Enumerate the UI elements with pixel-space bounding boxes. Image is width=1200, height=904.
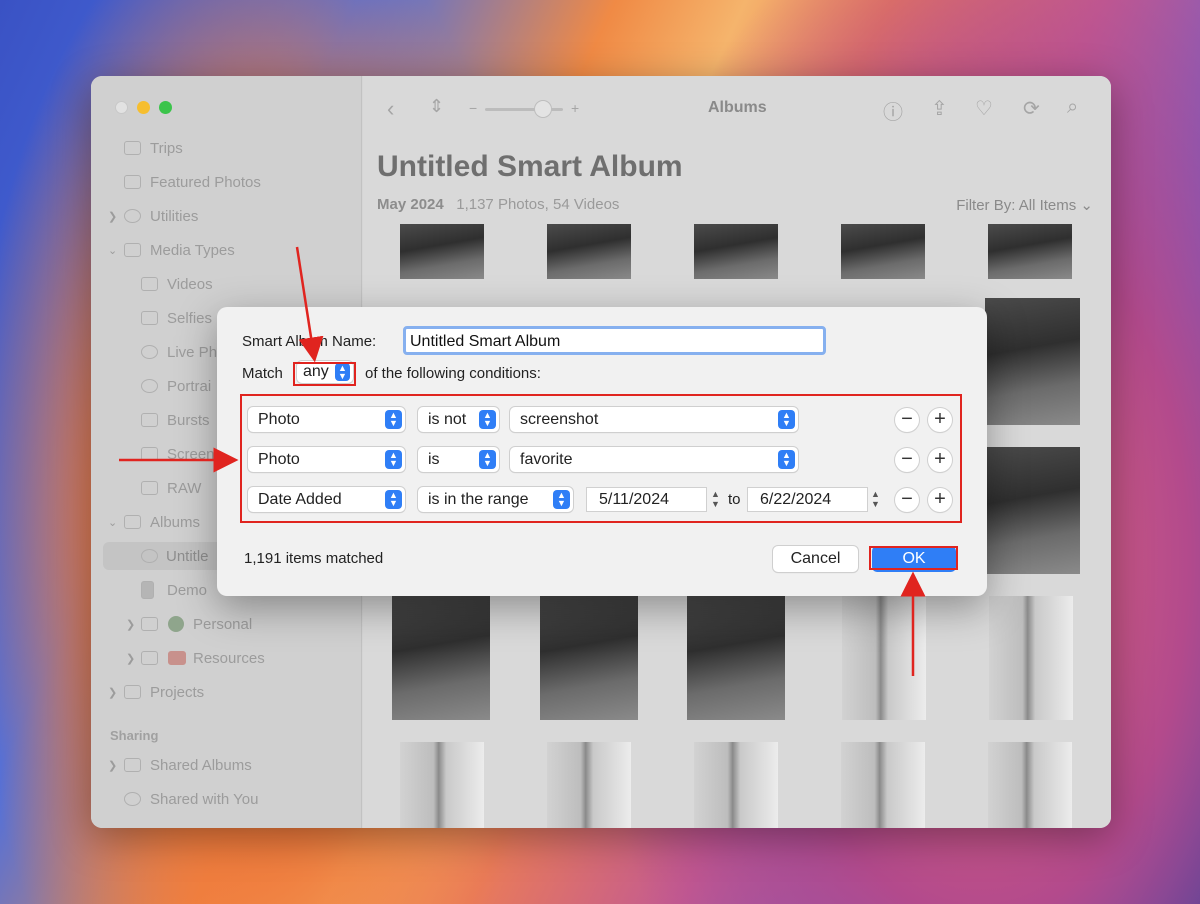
annotation-arrows [119,246,926,676]
annotation-arrow-match [295,246,324,363]
